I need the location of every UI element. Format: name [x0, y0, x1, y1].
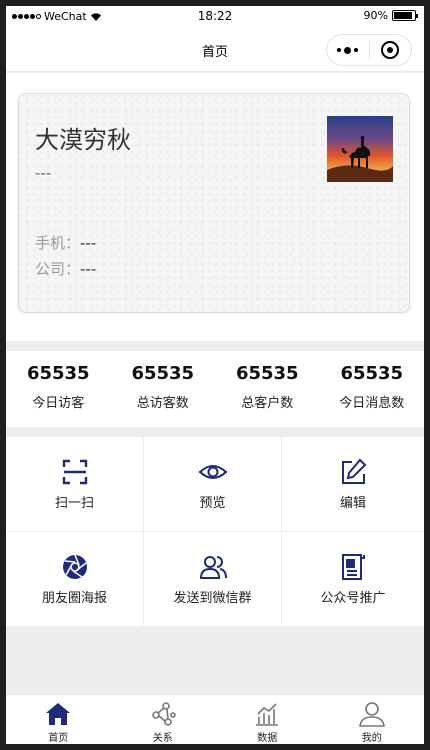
status-right: 90% [363, 9, 418, 22]
tab-home-label: 首页 [48, 733, 69, 744]
card-company-row: 公司：--- [35, 258, 96, 279]
phone-value: --- [80, 234, 97, 252]
tab-bar: 首页 关系 数据 我的 [6, 694, 424, 744]
preview-button[interactable]: 预览 [144, 437, 282, 532]
tab-relations[interactable]: 关系 [111, 695, 216, 744]
edit-button[interactable]: 编辑 [282, 437, 424, 532]
card-phone-row: 手机：--- [35, 232, 96, 253]
close-button[interactable] [370, 35, 412, 65]
tab-data[interactable]: 数据 [215, 695, 320, 744]
avatar-image [327, 116, 393, 182]
edit-icon [342, 458, 367, 484]
more-icon [337, 46, 359, 54]
mini-program-capsule [326, 34, 412, 66]
official-account-promo-label: 公众号推广 [320, 591, 386, 606]
stat-label: 今日消息数 [339, 396, 405, 411]
document-icon [342, 554, 365, 580]
tab-home[interactable]: 首页 [6, 695, 111, 744]
scan-icon [62, 459, 87, 485]
stat-total-visitors[interactable]: 65535 总访客数 [111, 351, 216, 427]
send-to-group-button[interactable]: 发送到微信群 [144, 532, 282, 627]
close-target-icon [381, 41, 400, 59]
send-to-group-label: 发送到微信群 [173, 591, 252, 606]
stat-value: 65535 [235, 363, 299, 384]
business-card[interactable]: 大漠穷秋 --- 手机：--- 公司：--- [18, 93, 410, 313]
stat-label: 总访客数 [136, 396, 189, 411]
edit-label: 编辑 [339, 496, 366, 511]
status-time: 18:22 [197, 9, 233, 23]
tab-profile-label: 我的 [361, 733, 382, 744]
users-icon [199, 556, 227, 579]
action-grid: 扫一扫 预览 编辑 朋友圈海报 发送到微信群 公众号推广 [6, 437, 424, 627]
stat-label: 今日访客 [32, 396, 85, 411]
card-name: 大漠穷秋 [35, 126, 131, 154]
network-icon [151, 702, 176, 726]
moments-poster-label: 朋友圈海报 [41, 591, 107, 606]
stats-bar: 65535 今日访客 65535 总访客数 65535 总客户数 65535 今… [6, 351, 424, 427]
company-label: 公司： [35, 260, 81, 278]
nav-bar: 首页 [6, 28, 424, 72]
eye-icon [198, 465, 227, 479]
battery-fill [394, 12, 412, 19]
scan-label: 扫一扫 [54, 496, 94, 511]
profile-icon [358, 702, 385, 727]
company-value: --- [80, 260, 97, 278]
official-account-promo-button[interactable]: 公众号推广 [282, 532, 424, 627]
aperture-icon [62, 554, 87, 579]
scan-button[interactable]: 扫一扫 [6, 437, 144, 532]
tab-data-label: 数据 [257, 733, 278, 744]
preview-label: 预览 [199, 496, 226, 511]
status-bar: WeChat 18:22 90% [6, 6, 424, 28]
more-button[interactable] [327, 35, 369, 65]
stat-value: 65535 [340, 363, 404, 384]
card-job-title: --- [35, 164, 52, 182]
stat-value: 65535 [26, 363, 90, 384]
moments-poster-button[interactable]: 朋友圈海报 [6, 532, 144, 627]
stat-today-messages[interactable]: 65535 今日消息数 [320, 351, 425, 427]
tab-profile[interactable]: 我的 [320, 695, 425, 744]
stat-total-customers[interactable]: 65535 总客户数 [215, 351, 320, 427]
tab-relations-label: 关系 [152, 733, 173, 744]
home-icon [46, 703, 71, 725]
phone-label: 手机： [35, 234, 81, 252]
battery-icon [392, 10, 418, 21]
avatar[interactable] [327, 116, 393, 182]
stat-today-visitors[interactable]: 65535 今日访客 [6, 351, 111, 427]
phone-screen: WeChat 18:22 90% 首页 大漠穷秋 --- 手机：--- 公司：-… [6, 6, 424, 744]
stat-label: 总客户数 [241, 396, 294, 411]
battery-percent: 90% [363, 9, 388, 22]
stat-value: 65535 [131, 363, 195, 384]
chart-icon [256, 703, 279, 726]
card-section: 大漠穷秋 --- 手机：--- 公司：--- [6, 73, 424, 341]
